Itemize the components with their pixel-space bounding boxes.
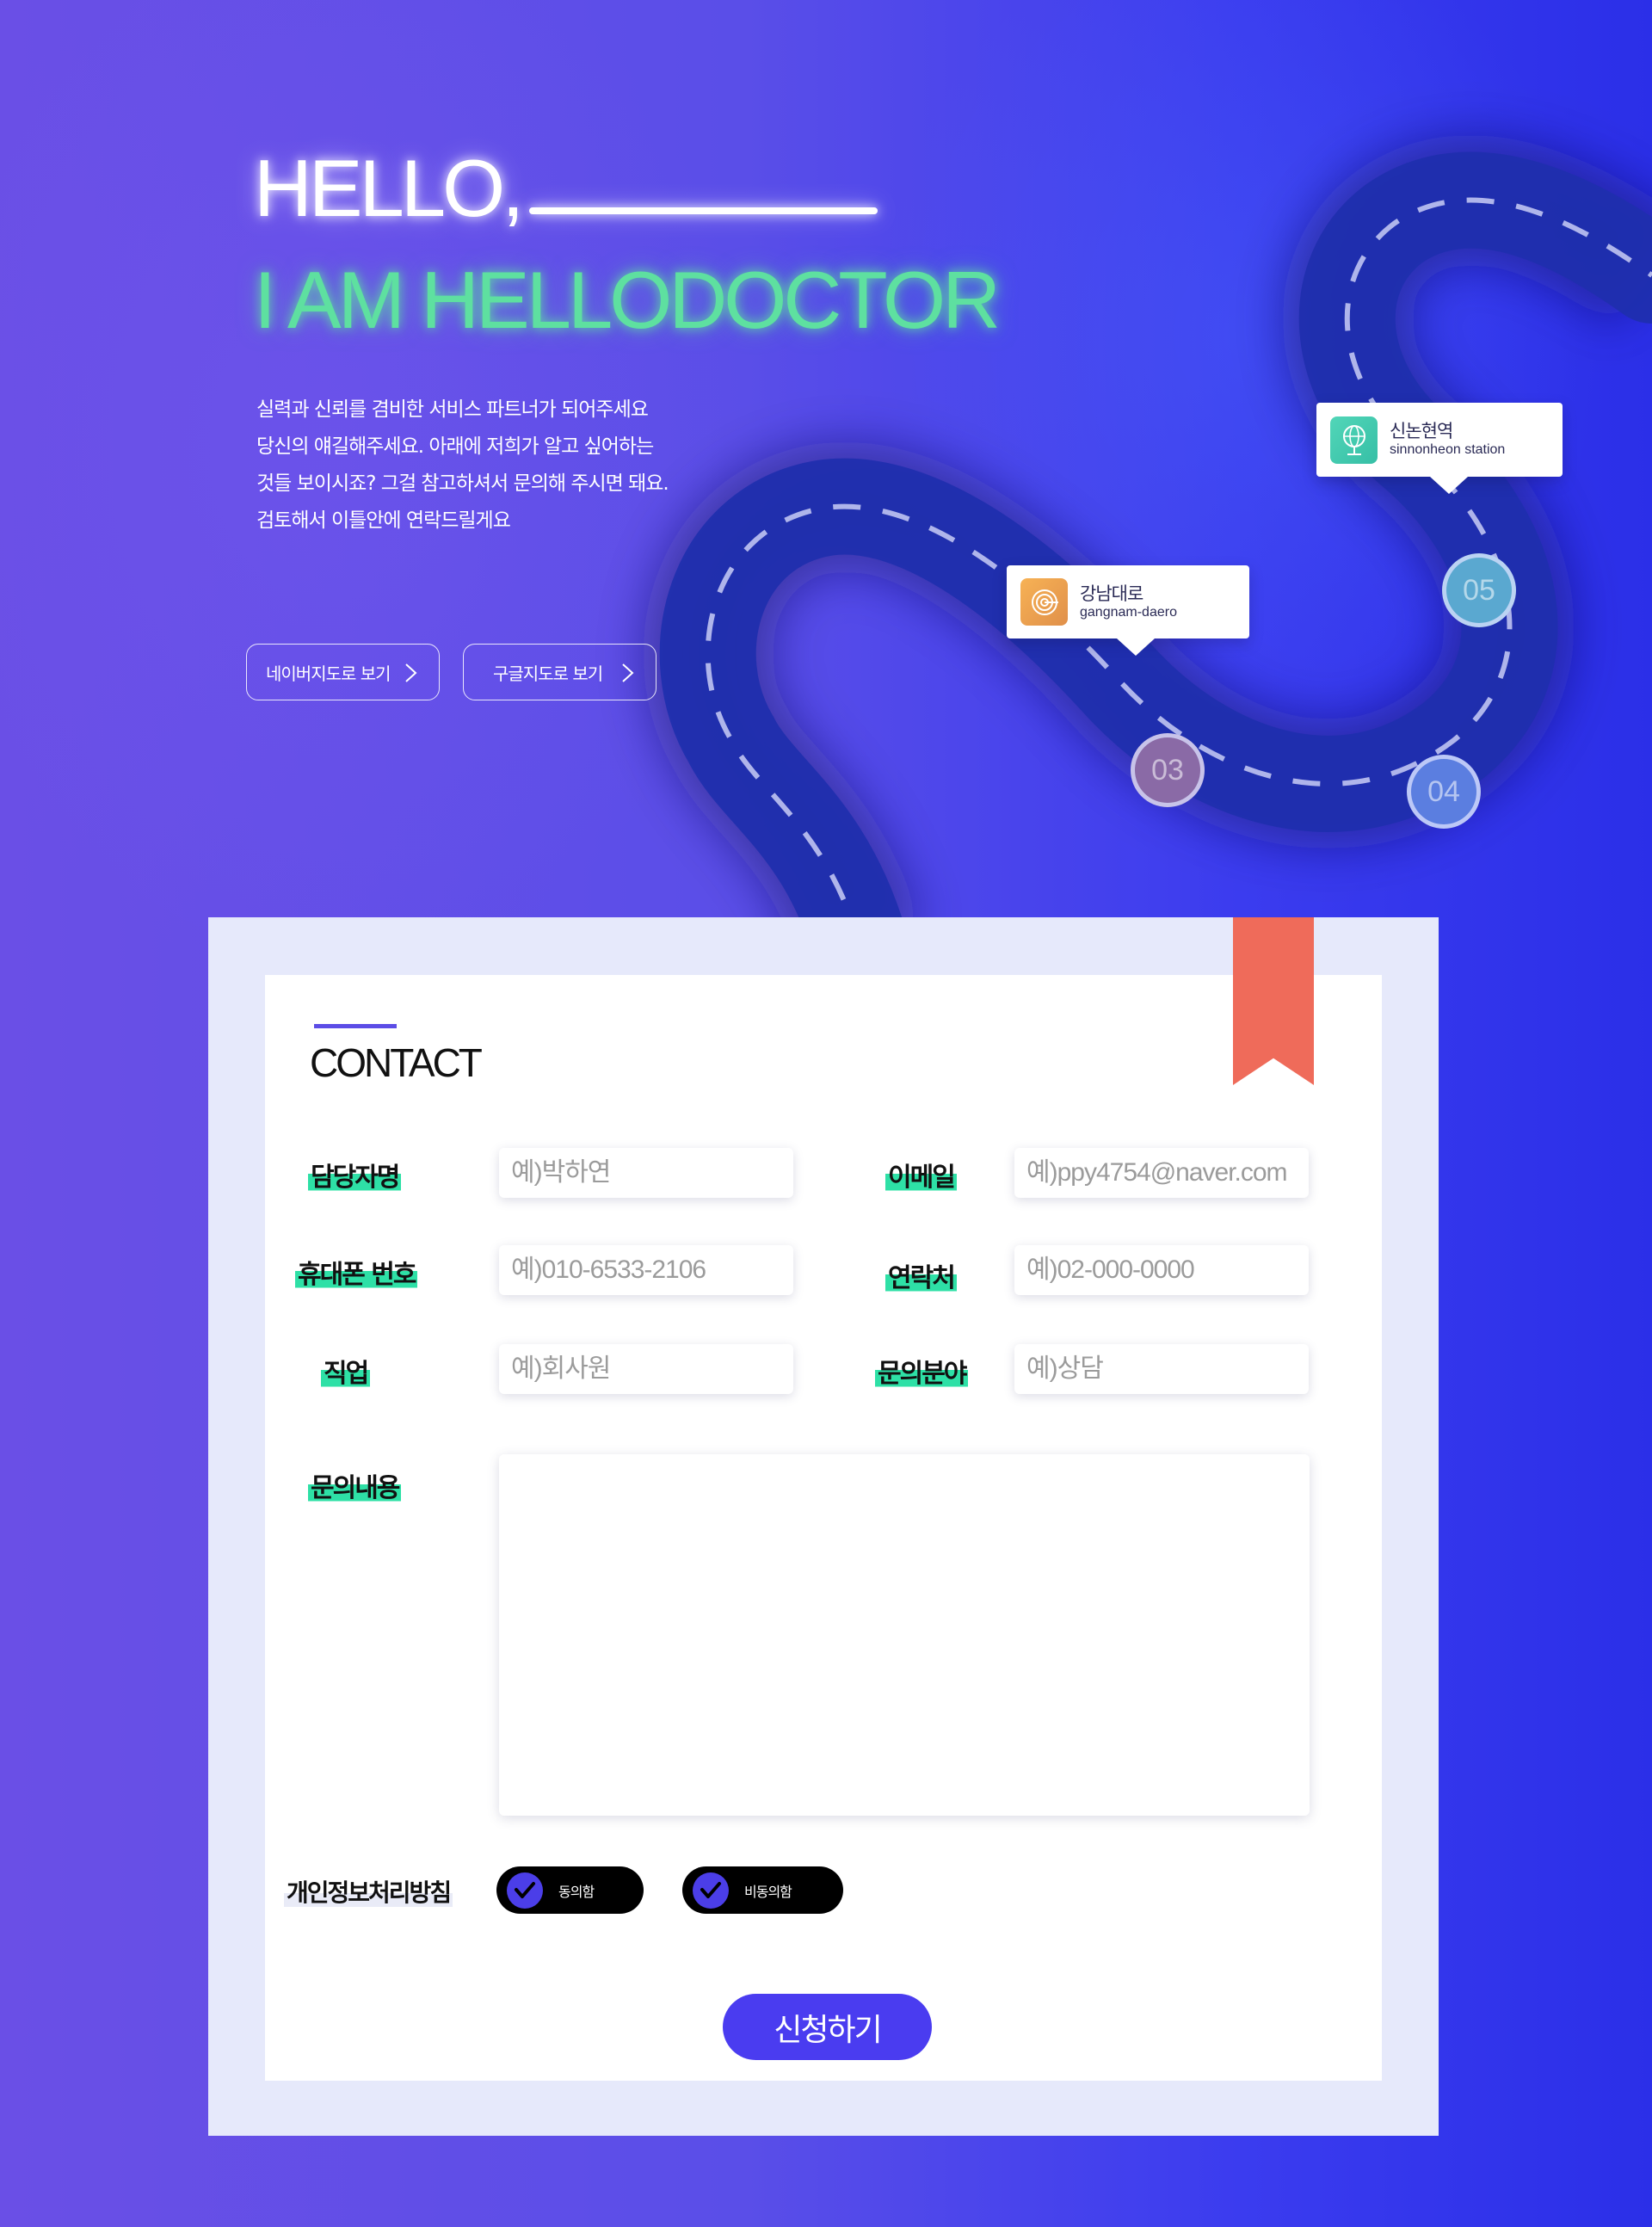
- message-label: 문의내용: [308, 1466, 402, 1504]
- map-pin-sinnon[interactable]: 신논현역 sinnonheon station: [1316, 403, 1563, 494]
- name-label: 담당자명: [308, 1156, 402, 1194]
- mobile-input[interactable]: [499, 1245, 793, 1295]
- phone-input[interactable]: [1014, 1245, 1309, 1295]
- chevron-right-icon: [622, 663, 634, 682]
- privacy-disagree-option[interactable]: 비동의함: [682, 1866, 843, 1914]
- map-pin-gangnam[interactable]: 강남대로 gangnam-daero: [1007, 565, 1249, 656]
- intro-line: 당신의 얘길해주세요. 아래에 저희가 알고 싶어하는: [256, 435, 654, 458]
- intro-line: 실력과 신뢰를 겸비한 서비스 파트너가 되어주세요: [256, 398, 649, 421]
- contact-title-accent: [314, 1024, 397, 1028]
- job-label: 직업: [321, 1352, 371, 1390]
- location-pin-icon: [1330, 416, 1378, 464]
- pin-name: 강남대로: [1080, 583, 1143, 604]
- mobile-label: 휴대폰 번호: [295, 1253, 418, 1291]
- hero-title: I AM HELLODOCTOR: [254, 255, 1001, 345]
- naver-map-label: 네이버지도로 보기: [266, 663, 391, 684]
- station-marker-03[interactable]: 03: [1131, 733, 1205, 807]
- station-marker-05[interactable]: 05: [1442, 553, 1516, 627]
- job-input[interactable]: [499, 1344, 793, 1394]
- email-label: 이메일: [885, 1156, 957, 1194]
- disagree-label: 비동의함: [744, 1883, 792, 1900]
- hero-hello: HELLO,: [254, 143, 524, 233]
- chevron-right-icon: [405, 663, 417, 682]
- message-textarea[interactable]: [499, 1454, 1310, 1816]
- contact-title: CONTACT: [310, 1040, 483, 1085]
- pin-sub: gangnam-daero: [1080, 604, 1177, 620]
- station-marker-04[interactable]: 04: [1407, 755, 1481, 829]
- checkmark-icon: [693, 1872, 729, 1909]
- pin-sub: sinnonheon station: [1390, 442, 1506, 457]
- privacy-agree-option[interactable]: 동의함: [496, 1866, 644, 1914]
- naver-map-button[interactable]: 네이버지도로 보기: [246, 644, 440, 700]
- pin-name: 신논현역: [1390, 421, 1453, 441]
- hero-underline: [529, 207, 878, 214]
- submit-button[interactable]: 신청하기: [723, 1994, 932, 2060]
- hero-intro: 실력과 신뢰를 겸비한 서비스 파트너가 되어주세요 당신의 얘길해주세요. 아…: [256, 392, 738, 540]
- google-map-label: 구글지도로 보기: [493, 663, 603, 684]
- name-input[interactable]: [499, 1148, 793, 1198]
- email-input[interactable]: [1014, 1148, 1309, 1198]
- target-icon: [1020, 578, 1068, 626]
- checkmark-icon: [507, 1872, 543, 1909]
- phone-label: 연락처: [885, 1256, 957, 1294]
- topic-label: 문의분야: [875, 1352, 969, 1390]
- google-map-button[interactable]: 구글지도로 보기: [463, 644, 656, 700]
- intro-line: 것들 보이시죠? 그걸 참고하셔서 문의해 주시면 돼요.: [256, 472, 669, 495]
- privacy-label: 개인정보처리방침: [284, 1874, 453, 1909]
- intro-line: 검토해서 이틀안에 연락드릴게요: [256, 509, 511, 532]
- agree-label: 동의함: [558, 1883, 595, 1900]
- topic-input[interactable]: [1014, 1344, 1309, 1394]
